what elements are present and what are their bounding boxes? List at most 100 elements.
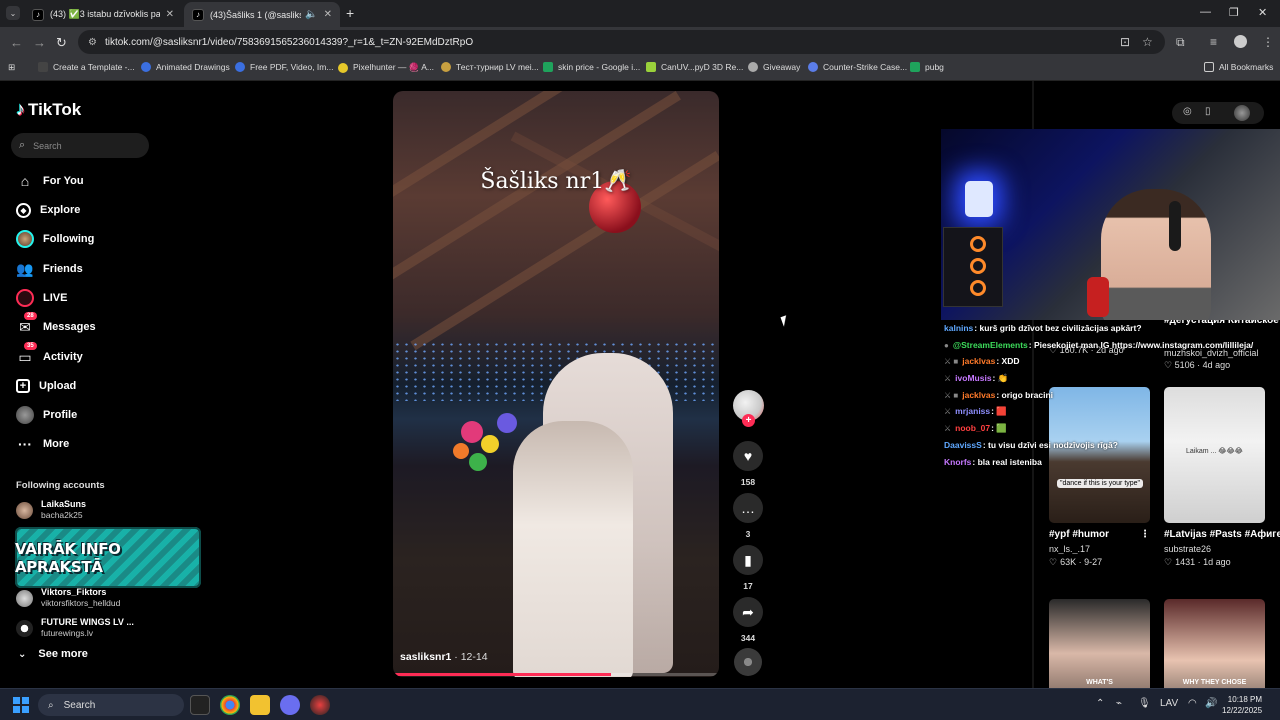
stream-chat: kalnins: kurš grib dzīvot bez civilizāci… xyxy=(944,320,1253,470)
volume-icon[interactable]: 🔊 xyxy=(1205,698,1217,709)
all-bookmarks[interactable]: All Bookmarks xyxy=(1204,62,1273,72)
bookmark-item[interactable]: Animated Drawings xyxy=(141,62,230,72)
comment-icon[interactable]: … xyxy=(733,493,763,523)
account-item[interactable]: FUTURE WINGS LV ... futurewings.lv xyxy=(16,617,134,639)
site-info-icon[interactable]: ⚙ xyxy=(88,37,97,48)
bookmark-item[interactable]: skin price - Google i... xyxy=(543,62,640,72)
video-card[interactable]: WHAT'S xyxy=(1049,599,1150,688)
bookmark-icon[interactable]: ▮ xyxy=(733,545,763,575)
nav-upload[interactable]: + Upload xyxy=(16,376,76,396)
discord-icon[interactable] xyxy=(280,695,300,715)
thumbnail-caption: WHAT'S xyxy=(1086,679,1113,686)
search-input[interactable] xyxy=(33,140,134,151)
microphone-icon[interactable]: 🎙 xyxy=(1138,698,1151,709)
back-button[interactable]: ← xyxy=(10,35,23,50)
bookmark-item[interactable]: Pixelhunter — 🧶 A... xyxy=(338,62,434,73)
nav-messages[interactable]: ✉ 28 Messages xyxy=(16,312,96,337)
chat-text: : Piesekojiet man IG https://www.instagr… xyxy=(1028,339,1254,350)
install-app-icon[interactable]: ⊡ xyxy=(1120,35,1130,49)
profile-avatar[interactable] xyxy=(1234,35,1247,48)
bookmark-icon xyxy=(748,62,758,72)
share-icon[interactable]: ➦ xyxy=(733,597,763,627)
browser-tab-apartment[interactable]: ♪ (43) ✅3 istabu dzīvoklis par 8 ✕ xyxy=(24,2,182,27)
forward-button[interactable]: → xyxy=(33,35,46,50)
tiktok-logo[interactable]: ♪ TikTok xyxy=(16,99,81,120)
windows-start-icon[interactable] xyxy=(13,697,29,713)
minimize-button[interactable]: — xyxy=(1200,6,1211,18)
chat-username: kalnins xyxy=(944,323,974,333)
save-action[interactable]: ▮ 17 xyxy=(730,545,766,591)
comment-action[interactable]: … 3 xyxy=(730,493,766,539)
close-window-button[interactable]: ✕ xyxy=(1258,6,1267,19)
search-icon: ⌕ xyxy=(19,139,26,151)
extensions-icon[interactable]: ⧉ xyxy=(1176,35,1185,50)
close-tab-icon[interactable]: ✕ xyxy=(166,9,174,20)
video-progress-bar[interactable] xyxy=(395,673,717,676)
taskbar-search[interactable]: ⌕ Search xyxy=(38,694,184,716)
nav-more[interactable]: ··· More xyxy=(16,434,69,454)
video-author[interactable]: sasliksnr1 · 12-14 xyxy=(400,651,488,663)
heart-icon[interactable]: ♥ xyxy=(733,441,763,471)
like-action[interactable]: ♥ 158 xyxy=(730,441,766,487)
bookmark-item[interactable]: Create a Template -... xyxy=(38,62,135,72)
friends-icon: 👥 xyxy=(16,260,34,277)
bookmark-icon xyxy=(38,62,48,72)
video-card[interactable]: WHY THEY CHOSE xyxy=(1164,599,1265,688)
speaker-icon[interactable]: 🔈 xyxy=(305,9,317,20)
more-icon[interactable]: ⋮ xyxy=(1140,529,1150,540)
account-item[interactable]: LaikaSuns bacha2k25 xyxy=(16,499,86,521)
chat-badge-icon: ⚔ xyxy=(944,424,952,434)
card-caption: #ypf #humor xyxy=(1049,529,1110,540)
address-bar[interactable]: ⚙ tiktok.com/@sasliksnr1/video/758369156… xyxy=(78,30,1165,54)
apps-icon[interactable]: ⊞ xyxy=(8,62,15,73)
bookmark-item[interactable]: pubg xyxy=(910,62,944,72)
media-controls-icon[interactable]: ≡ xyxy=(1210,35,1217,49)
share-action[interactable]: ➦ 344 xyxy=(730,597,766,643)
nav-for-you[interactable]: ⌂ For You xyxy=(16,171,84,191)
music-disc-icon[interactable] xyxy=(734,648,762,676)
menu-icon[interactable]: ⋮ xyxy=(1262,35,1274,49)
profile-avatar[interactable] xyxy=(1234,105,1250,121)
tiktok-favicon-icon: ♪ xyxy=(32,8,44,21)
language-indicator[interactable]: LAV xyxy=(1160,698,1178,709)
video-thumbnail: Laikam ... 😂😂😂 xyxy=(1164,387,1265,523)
chat-text: : origo bracini xyxy=(996,389,1053,400)
taskbar-clock[interactable]: 10:18 PM 12/22/2025 xyxy=(1222,694,1262,716)
chrome-icon[interactable] xyxy=(220,695,240,715)
bookmark-item[interactable]: Counter-Strike Case... xyxy=(808,62,907,72)
bookmark-item[interactable]: Giveaway xyxy=(748,62,800,72)
tab-search-icon[interactable]: ⌄ xyxy=(6,6,20,20)
new-tab-button[interactable]: + xyxy=(346,5,354,21)
device-icon[interactable]: ▯ xyxy=(1205,106,1211,117)
restore-button[interactable]: ❐ xyxy=(1229,6,1239,19)
browser-tab-video[interactable]: ♪ (43)Šašliks 1 (@sasliksnr1)'s 🔈 ✕ xyxy=(184,2,340,27)
nav-following[interactable]: Following xyxy=(16,229,94,249)
bookmark-item[interactable]: Free PDF, Video, Im... xyxy=(235,62,333,72)
nav-friends[interactable]: 👥 Friends xyxy=(16,259,82,279)
bookmark-icon xyxy=(141,62,151,72)
bookmark-item[interactable]: CanUV...pyD 3D Re... xyxy=(646,62,743,72)
nav-live[interactable]: LIVE xyxy=(16,288,67,308)
chat-text: : bla real isteniba xyxy=(972,456,1042,467)
task-view-icon[interactable] xyxy=(190,695,210,715)
search-box[interactable]: ⌕ xyxy=(11,133,149,158)
network-icon[interactable]: ⌁ xyxy=(1116,698,1122,709)
bookmark-item[interactable]: Тест-турнир LV mei... xyxy=(441,62,539,72)
app-icon[interactable] xyxy=(310,695,330,715)
nav-activity[interactable]: ▭ 35 Activity xyxy=(16,342,83,367)
coin-icon[interactable]: ◎ xyxy=(1183,106,1192,117)
nav-explore[interactable]: ◆ Explore xyxy=(16,200,80,220)
video-card[interactable]: Laikam ... 😂😂😂 #Latvijas #Pasts #Афигели… xyxy=(1164,387,1280,568)
reload-button[interactable]: ↻ xyxy=(56,35,67,51)
file-explorer-icon[interactable] xyxy=(250,695,270,715)
account-item[interactable]: Viktors_Fiktors viktorsfiktors_helldud xyxy=(16,587,120,609)
video-player[interactable]: Šašliks nr1🥂 sasliksnr1 · 12-14 xyxy=(393,91,719,677)
bookmark-star-icon[interactable]: ☆ xyxy=(1142,35,1153,49)
chevron-up-icon[interactable]: ⌃ xyxy=(1096,698,1104,709)
nav-profile[interactable]: Profile xyxy=(16,405,77,425)
close-tab-icon[interactable]: ✕ xyxy=(324,9,332,20)
wifi-icon[interactable]: ◠ xyxy=(1188,698,1197,709)
follow-plus-icon[interactable]: + xyxy=(742,414,755,427)
card-user: nx_ls._.17 xyxy=(1049,544,1091,554)
see-more-button[interactable]: ⌄ See more xyxy=(18,648,88,660)
